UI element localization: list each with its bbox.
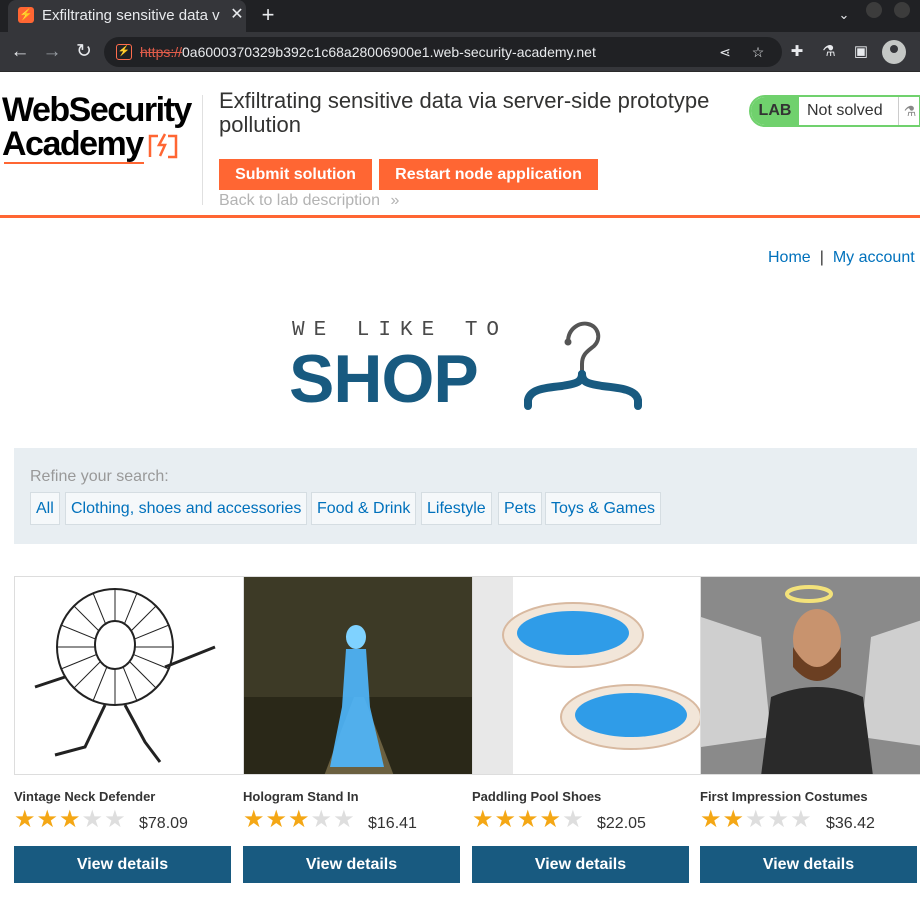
- logo-line-1: WebSecurity: [2, 91, 192, 129]
- product-rating: ★★★★★: [14, 808, 127, 832]
- browser-tab-bar: ⚡ Exfiltrating sensitive data via server…: [0, 0, 920, 32]
- product-image[interactable]: [472, 576, 702, 775]
- submit-solution-button[interactable]: Submit solution: [219, 159, 372, 190]
- back-link-label: Back to lab description: [219, 192, 380, 209]
- filter-lifestyle[interactable]: Lifestyle: [421, 492, 492, 525]
- product-rating: ★★★★★: [243, 808, 356, 832]
- hanger-icon: [524, 321, 642, 410]
- filter-clothing[interactable]: Clothing, shoes and accessories: [65, 492, 308, 525]
- star-icon: ★: [722, 806, 746, 833]
- product-name: First Impression Costumes: [700, 789, 868, 804]
- view-details-button[interactable]: View details: [243, 846, 460, 883]
- star-icon: ★: [59, 806, 82, 833]
- star-icon: ★: [472, 806, 495, 833]
- product-image[interactable]: [14, 576, 244, 775]
- shop-logo-wordmark: SHOP: [289, 341, 479, 417]
- product-name: Vintage Neck Defender: [14, 789, 156, 804]
- browser-tab[interactable]: ⚡ Exfiltrating sensitive data via server…: [8, 0, 246, 32]
- star-icon[interactable]: ☆: [749, 43, 767, 61]
- filter-food-drink[interactable]: Food & Drink: [311, 492, 417, 525]
- refine-search-panel: Refine your search: All Clothing, shoes …: [14, 448, 917, 544]
- extensions-icon[interactable]: ✚: [787, 42, 807, 62]
- share-icon[interactable]: ⋖: [716, 43, 734, 61]
- address-bar[interactable]: ⚡ https:// 0a6000370329b392c1c68a2800690…: [104, 37, 782, 67]
- paddling-pools-illustration: [473, 577, 701, 774]
- star-icon: ★: [36, 806, 60, 833]
- shop-logo-tagline: WE LIKE TO: [292, 319, 509, 342]
- star-icon: ★: [81, 806, 105, 833]
- window-close-icon[interactable]: [894, 2, 910, 18]
- nav-separator: |: [819, 249, 824, 266]
- lab-status-widget: LAB Not solved ⚗: [749, 95, 920, 127]
- close-tab-icon[interactable]: ✕: [227, 5, 247, 25]
- home-link[interactable]: Home: [768, 249, 811, 266]
- status-lab-tag: LAB: [751, 97, 799, 125]
- not-secure-icon[interactable]: ⚡: [116, 44, 132, 60]
- product-price: $22.05: [597, 815, 646, 832]
- star-icon: ★: [310, 806, 334, 833]
- filter-pets[interactable]: Pets: [498, 492, 543, 525]
- product-rating: ★★★★★: [472, 808, 585, 832]
- profile-icon[interactable]: [882, 40, 906, 64]
- star-icon: ★: [14, 806, 37, 833]
- star-icon: ★: [333, 806, 356, 833]
- status-text: Not solved: [807, 102, 883, 119]
- star-icon: ★: [700, 806, 723, 833]
- star-icon: ★: [767, 806, 791, 833]
- star-icon: ★: [517, 806, 540, 833]
- refine-label: Refine your search:: [30, 468, 169, 485]
- tab-search-chevron-icon[interactable]: ⌄: [834, 5, 854, 25]
- star-icon: ★: [562, 806, 585, 833]
- double-chevron-right-icon: »: [390, 192, 400, 209]
- filter-all[interactable]: All: [30, 492, 60, 525]
- star-icon: ★: [790, 806, 813, 833]
- product-image[interactable]: [700, 576, 920, 775]
- star-icon: ★: [745, 806, 768, 833]
- star-icon: ★: [243, 806, 266, 833]
- star-icon: ★: [288, 806, 311, 833]
- neck-defender-illustration: [34, 588, 216, 763]
- new-tab-icon[interactable]: +: [256, 3, 280, 27]
- logo-line-2: Academy: [2, 125, 144, 163]
- academy-logo-mark-icon: [148, 133, 178, 159]
- browser-toolbar: ← → ↻ ⚡ https:// 0a6000370329b392c1c68a2…: [0, 32, 920, 72]
- filter-toys-games[interactable]: Toys & Games: [545, 492, 662, 525]
- back-arrow-icon[interactable]: ←: [8, 40, 32, 64]
- my-account-link[interactable]: My account: [833, 249, 915, 266]
- lab-title: Exfiltrating sensitive data via server-s…: [219, 88, 710, 137]
- academy-favicon-icon: ⚡: [18, 7, 34, 23]
- star-icon: ★: [265, 806, 289, 833]
- angel-costume-illustration: [701, 577, 920, 774]
- forward-arrow-icon[interactable]: →: [40, 40, 64, 64]
- sidepanel-icon[interactable]: ▣: [851, 42, 871, 62]
- product-price: $78.09: [139, 815, 188, 832]
- header-divider: [202, 95, 203, 205]
- star-icon: ★: [494, 806, 518, 833]
- product-price: $36.42: [826, 815, 875, 832]
- product-rating: ★★★★★: [700, 808, 813, 832]
- hologram-illustration: [244, 577, 472, 774]
- window-minimize-icon[interactable]: [866, 2, 882, 18]
- product-name: Paddling Pool Shoes: [472, 789, 602, 804]
- view-details-button[interactable]: View details: [472, 846, 689, 883]
- view-details-button[interactable]: View details: [700, 846, 917, 883]
- product-name: Hologram Stand In: [243, 789, 359, 804]
- flask-icon: ⚗: [898, 97, 920, 125]
- flask-icon[interactable]: ⚗: [819, 42, 839, 62]
- top-nav: Home | My account: [768, 249, 915, 267]
- tab-title: Exfiltrating sensitive data via server-s…: [42, 7, 220, 24]
- reload-icon[interactable]: ↻: [72, 40, 96, 64]
- restart-node-button[interactable]: Restart node application: [379, 159, 598, 190]
- logo-underline: [4, 162, 144, 164]
- back-to-description-link[interactable]: Back to lab description »: [219, 192, 399, 210]
- product-price: $16.41: [368, 815, 417, 832]
- url-host: 0a6000370329b392c1c68a28006900e1.web-sec…: [182, 44, 596, 60]
- star-icon: ★: [104, 806, 127, 833]
- academy-header: WebSecurity Academy Exfiltrating sensiti…: [0, 73, 920, 218]
- star-icon: ★: [539, 806, 563, 833]
- product-image[interactable]: [243, 576, 473, 775]
- view-details-button[interactable]: View details: [14, 846, 231, 883]
- url-scheme: https://: [140, 44, 183, 60]
